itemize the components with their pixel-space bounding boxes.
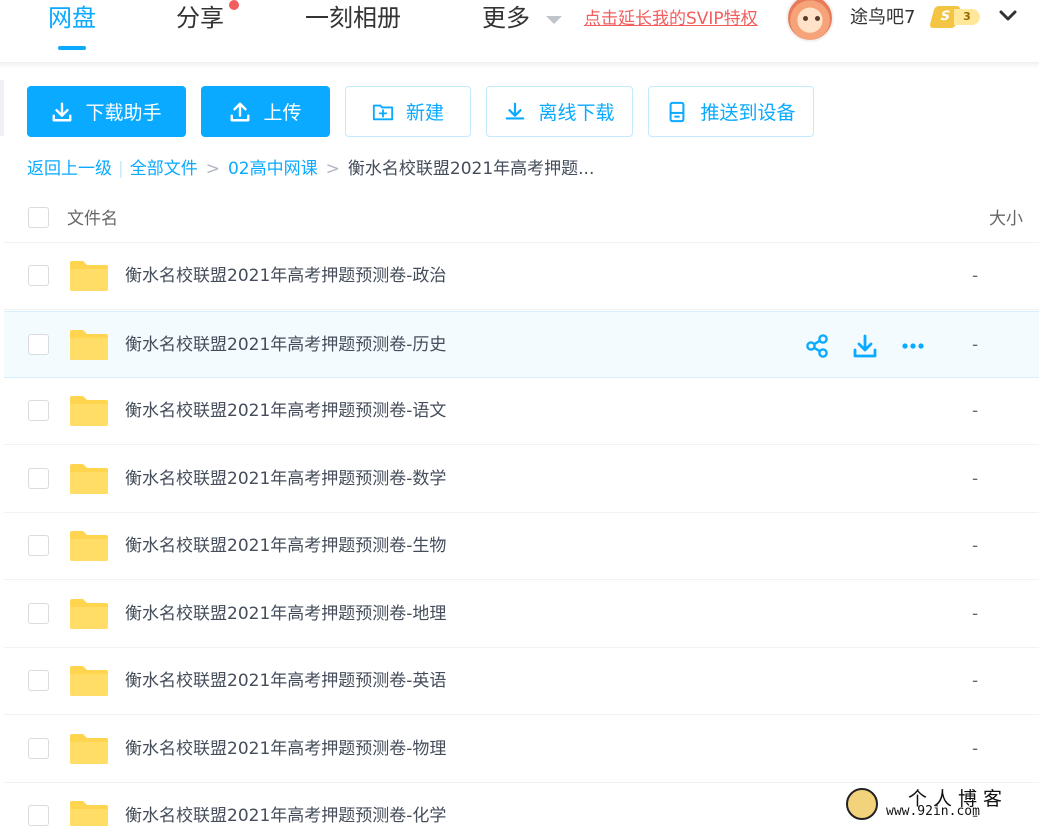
table-row[interactable]: 衡水名校联盟2021年高考押题预测卷-地理 - <box>4 581 1039 648</box>
tab-moment-album[interactable]: 一刻相册 <box>305 4 401 32</box>
level-number: 3 <box>954 9 980 25</box>
column-header-name[interactable]: 文件名 <box>67 204 118 229</box>
tab-netdisk[interactable]: 网盘 <box>48 4 96 32</box>
row-checkbox[interactable] <box>28 602 49 624</box>
row-checkbox[interactable] <box>28 400 49 421</box>
table-row[interactable]: 衡水名校联盟2021年高考押题预测卷-语文 - <box>4 378 1039 445</box>
download-icon <box>53 102 72 121</box>
file-size: - <box>972 266 979 286</box>
breadcrumb-current: 衡水名校联盟2021年高考押题... <box>347 159 595 179</box>
file-size: - <box>972 334 979 355</box>
table-row[interactable]: 衡水名校联盟2021年高考押题预测卷-数学 - <box>4 446 1039 513</box>
folder-icon[interactable] <box>69 260 109 292</box>
folder-icon[interactable] <box>69 329 109 361</box>
file-size: - <box>972 738 979 759</box>
file-size: - <box>972 401 979 421</box>
new-folder-icon <box>372 104 394 120</box>
tab-share[interactable]: 分享 <box>176 4 224 32</box>
breadcrumb-all-files[interactable]: 全部文件 <box>130 157 198 181</box>
row-checkbox[interactable] <box>28 805 49 826</box>
table-row[interactable]: 衡水名校联盟2021年高考押题预测卷-英语 - <box>4 648 1039 715</box>
folder-icon[interactable] <box>69 665 109 697</box>
file-size: - <box>972 468 979 489</box>
file-name[interactable]: 衡水名校联盟2021年高考押题预测卷-生物 <box>125 534 446 558</box>
file-name[interactable]: 衡水名校联盟2021年高考押题预测卷-历史 <box>125 333 446 357</box>
share-icon[interactable] <box>804 333 830 359</box>
chevron-down-icon[interactable] <box>998 6 1018 26</box>
table-row[interactable]: 衡水名校联盟2021年高考押题预测卷-物理 - <box>4 716 1039 783</box>
folder-icon[interactable] <box>69 800 109 826</box>
row-checkbox[interactable] <box>28 737 49 759</box>
breadcrumb-arrow-icon: > <box>205 159 220 179</box>
download-helper-button[interactable]: 下载助手 <box>27 86 186 137</box>
notification-dot <box>229 0 239 10</box>
breadcrumb-back-link[interactable]: 返回上一级 <box>27 157 112 181</box>
offline-download-label: 离线下载 <box>538 102 615 124</box>
row-checkbox[interactable] <box>28 265 49 286</box>
tab-more[interactable]: 更多 <box>482 4 530 32</box>
push-to-device-button[interactable]: 推送到设备 <box>648 86 814 137</box>
push-to-device-label: 推送到设备 <box>700 102 796 124</box>
offline-download-button[interactable]: 离线下载 <box>486 86 633 137</box>
download-icon[interactable] <box>852 333 878 359</box>
table-header: 文件名 大小 <box>4 195 1039 243</box>
svip-level-badge[interactable]: S 3 <box>929 6 982 28</box>
table-row[interactable]: 衡水名校联盟2021年高考押题预测卷-政治 - <box>4 243 1039 310</box>
file-size: - <box>972 671 979 691</box>
more-caret-icon[interactable] <box>546 16 562 24</box>
row-checkbox[interactable] <box>28 670 49 691</box>
file-name[interactable]: 衡水名校联盟2021年高考押题预测卷-政治 <box>125 264 446 288</box>
watermark-face-icon <box>846 788 878 820</box>
table-row[interactable]: 衡水名校联盟2021年高考押题预测卷-生物 - <box>4 513 1039 580</box>
row-checkbox[interactable] <box>28 333 49 355</box>
file-size: - <box>972 603 979 624</box>
upload-button[interactable]: 上传 <box>201 86 330 137</box>
new-folder-label: 新建 <box>405 102 444 124</box>
breadcrumb: 返回上一级 | 全部文件 > 02高中网课 > 衡水名校联盟2021年高考押题.… <box>27 157 594 181</box>
table-row[interactable]: 衡水名校联盟2021年高考押题预测卷-历史 - <box>4 310 1039 378</box>
file-name[interactable]: 衡水名校联盟2021年高考押题预测卷-数学 <box>125 467 446 491</box>
avatar[interactable] <box>786 0 834 42</box>
select-all-checkbox[interactable] <box>28 207 49 228</box>
column-header-size[interactable]: 大小 <box>989 204 1023 229</box>
svip-renew-link[interactable]: 点击延长我的SVIP特权 <box>584 8 758 30</box>
top-nav: 网盘 分享 一刻相册 更多 点击延长我的SVIP特权 途鸟吧7 S 3 <box>0 0 1039 68</box>
upload-label: 上传 <box>263 102 302 124</box>
breadcrumb-separator: | <box>118 159 124 179</box>
file-name[interactable]: 衡水名校联盟2021年高考押题预测卷-英语 <box>125 669 446 693</box>
file-name[interactable]: 衡水名校联盟2021年高考押题预测卷-化学 <box>125 804 446 826</box>
new-folder-button[interactable]: 新建 <box>345 86 471 137</box>
nav-shadow <box>0 62 1039 68</box>
breadcrumb-arrow-icon: > <box>325 159 340 179</box>
file-size: - <box>972 536 979 556</box>
row-checkbox[interactable] <box>28 535 49 556</box>
row-actions <box>804 332 926 360</box>
more-icon[interactable] <box>900 333 926 359</box>
offline-download-icon <box>506 102 525 120</box>
row-checkbox[interactable] <box>28 467 49 489</box>
username[interactable]: 途鸟吧7 <box>850 6 915 30</box>
folder-icon[interactable] <box>69 395 109 427</box>
watermark-url: www.92in.com <box>886 804 980 819</box>
file-name[interactable]: 衡水名校联盟2021年高考押题预测卷-语文 <box>125 399 446 423</box>
folder-icon[interactable] <box>69 733 109 765</box>
file-name[interactable]: 衡水名校联盟2021年高考押题预测卷-地理 <box>125 602 446 626</box>
watermark: 个人博客 www.92in.com <box>846 784 1036 822</box>
folder-icon[interactable] <box>69 598 109 630</box>
file-name[interactable]: 衡水名校联盟2021年高考押题预测卷-物理 <box>125 737 446 761</box>
folder-icon[interactable] <box>69 463 109 495</box>
sidebar-edge <box>0 80 4 136</box>
device-icon <box>670 101 685 122</box>
active-tab-indicator <box>58 46 86 50</box>
download-helper-label: 下载助手 <box>85 102 162 124</box>
folder-icon[interactable] <box>69 530 109 562</box>
upload-icon <box>231 102 250 121</box>
avatar-eye <box>815 16 820 21</box>
breadcrumb-folder[interactable]: 02高中网课 <box>228 157 318 181</box>
avatar-eye <box>803 16 808 21</box>
